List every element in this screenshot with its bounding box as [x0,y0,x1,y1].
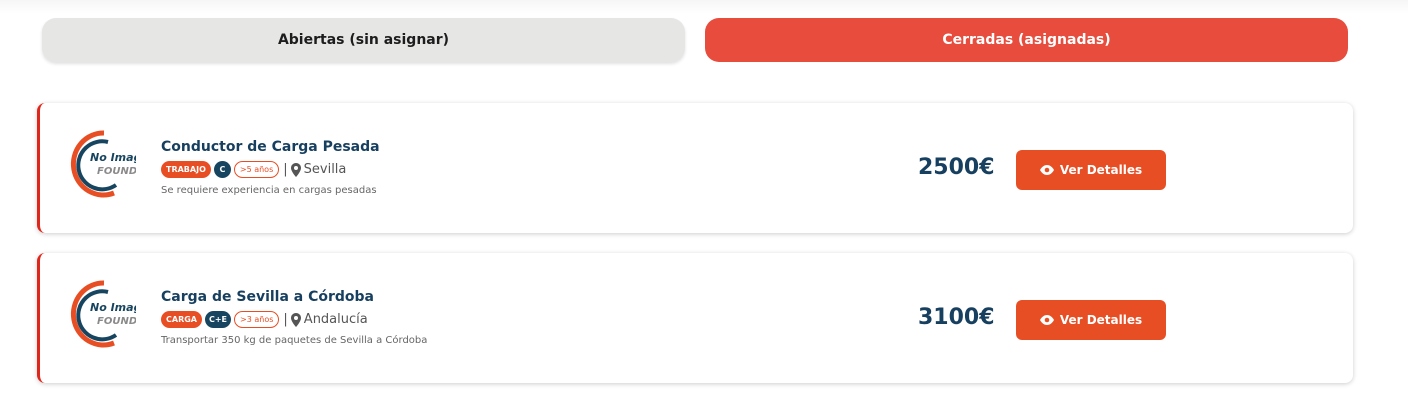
logo-text-line1: No Image [90,301,136,314]
no-image-logo: No Image FOUND [70,130,136,198]
listing-card: No Image FOUND Conductor de Carga Pesada… [37,103,1353,233]
listing-card: No Image FOUND Carga de Sevilla a Córdob… [37,253,1353,383]
type-badge: TRABAJO [161,161,211,178]
license-badge: C [213,161,231,178]
listing-description: Se requiere experiencia en cargas pesada… [161,185,377,196]
experience-badge: >3 años [234,311,280,328]
tab-open-label: Abiertas (sin asignar) [277,32,450,48]
logo-text-line2: FOUND [97,166,136,177]
separator: | [283,162,288,177]
listing-description: Transportar 350 kg de paquetes de Sevill… [161,335,428,346]
view-details-label: Ver Detalles [1059,313,1143,327]
eye-icon [1039,165,1054,175]
listing-title: Carga de Sevilla a Córdoba [161,289,375,305]
top-shadow-bar [0,0,1408,14]
no-image-logo: No Image FOUND [70,280,136,348]
listing-location: Sevilla [303,162,347,177]
license-badge: C+E [204,311,232,328]
listing-price: 2500€ [918,155,995,180]
view-details-button[interactable]: Ver Detalles [1016,300,1166,340]
listing-title: Conductor de Carga Pesada [161,139,380,155]
tab-open-unassigned[interactable]: Abiertas (sin asignar) [42,18,685,62]
eye-icon [1039,315,1054,325]
listing-tags: TRABAJO C >5 años | Sevilla [161,160,346,179]
type-badge: CARGA [161,311,202,328]
logo-text-line1: No Image [90,151,136,164]
tab-closed-label: Cerradas (asignadas) [942,32,1111,48]
listing-location: Andalucía [303,312,368,327]
map-pin-icon [290,162,301,177]
map-pin-icon [290,312,301,327]
listing-tags: CARGA C+E >3 años | Andalucía [161,310,368,329]
view-details-button[interactable]: Ver Detalles [1016,150,1166,190]
tab-closed-assigned[interactable]: Cerradas (asignadas) [705,18,1348,62]
experience-badge: >5 años [233,161,280,178]
separator: | [283,312,288,327]
listing-price: 3100€ [918,305,995,330]
view-details-label: Ver Detalles [1059,163,1143,177]
logo-text-line2: FOUND [97,316,136,327]
